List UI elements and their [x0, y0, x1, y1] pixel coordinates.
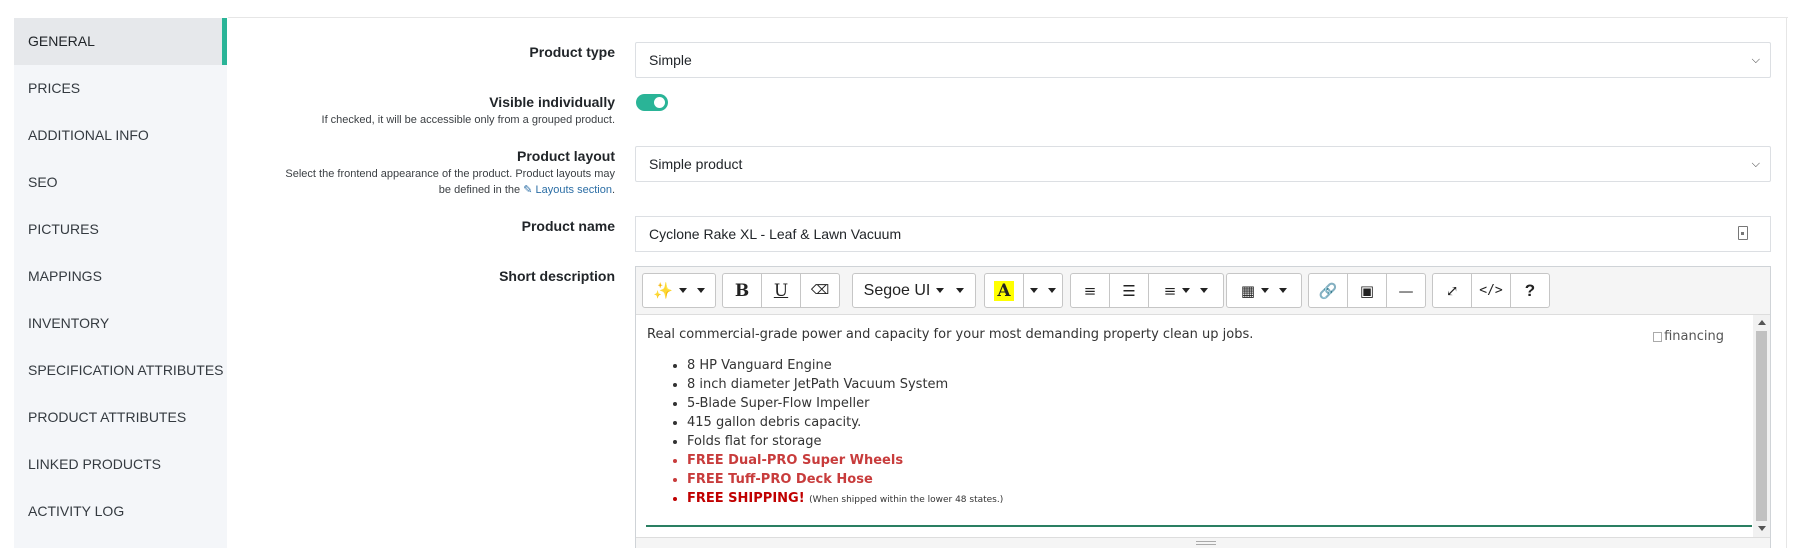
- sidebar-item-additional-info[interactable]: ADDITIONAL INFO: [14, 112, 227, 159]
- sidebar-item-prices[interactable]: PRICES: [14, 65, 227, 112]
- product-layout-select[interactable]: Simple product ⌵: [635, 146, 1771, 182]
- sidebar-item-specification-attributes[interactable]: SPECIFICATION ATTRIBUTES: [14, 347, 227, 394]
- table-button[interactable]: ▦: [1226, 273, 1302, 308]
- style-group: ✨: [642, 273, 716, 308]
- unordered-list-icon: ≡: [1083, 281, 1097, 300]
- list-item: 5-Blade Super-Flow Impeller: [687, 394, 1754, 413]
- fullscreen-button[interactable]: ⤢: [1432, 273, 1472, 308]
- chevron-down-icon: ⌵: [1751, 158, 1760, 170]
- color-group: A: [984, 273, 1063, 308]
- horizontal-rule-button[interactable]: —: [1386, 273, 1426, 308]
- short-description-editor: ✨ B U ⌫ Segoe UI A ≡ ☰ ≡ ▦ 🔗 ▣ — ⤢ </> ?…: [635, 266, 1771, 548]
- editor-resize-bar[interactable]: [636, 537, 1770, 548]
- product-type-label: Product type: [529, 44, 615, 60]
- product-layout-value: Simple product: [649, 156, 743, 172]
- product-type-select[interactable]: Simple ⌵: [635, 42, 1771, 78]
- unordered-list-button[interactable]: ≡: [1070, 273, 1110, 308]
- view-group: ⤢ </> ?: [1432, 273, 1550, 308]
- align-icon: ≡: [1163, 281, 1177, 300]
- visible-individually-toggle[interactable]: [636, 94, 668, 111]
- link-icon: 🔗: [1318, 281, 1338, 300]
- product-name-value: Cyclone Rake XL - Leaf & Lawn Vacuum: [649, 226, 902, 242]
- highlight-button[interactable]: A: [984, 273, 1024, 308]
- style-button[interactable]: ✨: [642, 273, 716, 308]
- list-item: 415 gallon debris capacity.: [687, 413, 1754, 432]
- bold-button[interactable]: B: [722, 273, 762, 308]
- list-item: Folds flat for storage: [687, 432, 1754, 451]
- shipping-note: (When shipped within the lower 48 states…: [809, 495, 1004, 505]
- top-border: [228, 17, 1788, 18]
- product-layout-hint-line2: be defined in the ✎ Layouts section.: [439, 182, 615, 198]
- feature-list: 8 HP Vanguard Engine 8 inch diameter Jet…: [647, 356, 1754, 510]
- sidebar-item-activity-log[interactable]: ACTIVITY LOG: [14, 488, 227, 535]
- font-name-value: Segoe UI: [863, 281, 931, 299]
- highlight-icon: A: [994, 280, 1014, 301]
- font-style-group: B U ⌫: [722, 273, 840, 308]
- table-icon: ▦: [1240, 281, 1256, 300]
- list-item: 8 HP Vanguard Engine: [687, 356, 1754, 375]
- magic-wand-icon: ✨: [653, 281, 673, 300]
- layouts-section-link[interactable]: ✎ Layouts section: [523, 184, 612, 196]
- font-name-dropdown[interactable]: Segoe UI: [852, 273, 976, 308]
- scroll-up-icon[interactable]: [1758, 320, 1766, 325]
- product-layout-hint-suffix: .: [611, 184, 615, 196]
- eraser-icon: ⌫: [810, 283, 830, 298]
- sidebar-item-linked-products[interactable]: LINKED PRODUCTS: [14, 441, 227, 488]
- financing-image-alt: financing: [1664, 329, 1724, 344]
- align-button[interactable]: ≡: [1148, 273, 1224, 308]
- sidebar-item-seo[interactable]: SEO: [14, 159, 227, 206]
- content-underline: [646, 525, 1752, 527]
- link-button[interactable]: 🔗: [1308, 273, 1348, 308]
- ordered-list-icon: ☰: [1122, 281, 1136, 300]
- eraser-button[interactable]: ⌫: [800, 273, 840, 308]
- product-layout-label: Product layout: [516, 148, 615, 164]
- broken-image-icon: [1653, 331, 1663, 342]
- description-intro: Real commercial-grade power and capacity…: [647, 327, 1254, 342]
- code-view-button[interactable]: </>: [1471, 273, 1511, 308]
- product-name-input[interactable]: Cyclone Rake XL - Leaf & Lawn Vacuum: [635, 216, 1771, 252]
- sidebar-nav: GENERAL PRICES ADDITIONAL INFO SEO PICTU…: [14, 18, 227, 548]
- product-layout-hint-line1: Select the frontend appearance of the pr…: [285, 168, 615, 180]
- chevron-down-icon: ⌵: [1751, 54, 1760, 66]
- edit-icon: ✎: [523, 184, 533, 196]
- sidebar-item-product-attributes[interactable]: PRODUCT ATTRIBUTES: [14, 394, 227, 441]
- editor-toolbar: ✨ B U ⌫ Segoe UI A ≡ ☰ ≡ ▦ 🔗 ▣ — ⤢ </> ?: [636, 267, 1770, 315]
- help-button[interactable]: ?: [1510, 273, 1550, 308]
- list-item: FREE Dual-PRO Super Wheels: [687, 451, 1754, 470]
- right-border: [1786, 17, 1787, 548]
- editor-content[interactable]: Real commercial-grade power and capacity…: [636, 315, 1754, 537]
- list-item: FREE Tuff-PRO Deck Hose: [687, 470, 1754, 489]
- sidebar-item-pictures[interactable]: PICTURES: [14, 206, 227, 253]
- sidebar-item-inventory[interactable]: INVENTORY: [14, 300, 227, 347]
- list-group: ≡ ☰ ≡: [1070, 273, 1224, 308]
- visible-individually-hint: If checked, it will be accessible only f…: [321, 114, 615, 126]
- table-group: ▦: [1226, 273, 1302, 308]
- image-icon: ▣: [1359, 281, 1375, 300]
- list-item: 8 inch diameter JetPath Vacuum System: [687, 375, 1754, 394]
- list-item: FREE SHIPPING! (When shipped within the …: [687, 489, 1754, 510]
- ordered-list-button[interactable]: ☰: [1109, 273, 1149, 308]
- scroll-down-icon[interactable]: [1758, 526, 1766, 531]
- color-dropdown-button[interactable]: [1023, 273, 1063, 308]
- short-description-label: Short description: [499, 268, 615, 284]
- image-button[interactable]: ▣: [1347, 273, 1387, 308]
- product-type-value: Simple: [649, 52, 692, 68]
- layouts-section-link-text: Layouts section: [535, 184, 612, 196]
- insert-group: 🔗 ▣ —: [1308, 273, 1426, 308]
- sidebar-item-general[interactable]: GENERAL: [14, 18, 227, 65]
- product-layout-hint-prefix: be defined in the: [438, 184, 521, 196]
- shipping-bold: FREE SHIPPING!: [687, 491, 805, 506]
- fullscreen-icon: ⤢: [1445, 281, 1459, 300]
- font-name-group: Segoe UI: [852, 273, 976, 308]
- underline-button[interactable]: U: [761, 273, 801, 308]
- financing-image: financing: [1653, 329, 1724, 344]
- visible-individually-label: Visible individually: [489, 94, 615, 110]
- horizontal-rule-icon: —: [1398, 281, 1414, 300]
- sidebar-item-mappings[interactable]: MAPPINGS: [14, 253, 227, 300]
- scroll-thumb[interactable]: [1756, 331, 1767, 521]
- localized-field-icon[interactable]: [1738, 226, 1748, 240]
- editor-scrollbar[interactable]: [1753, 315, 1770, 537]
- resize-grip-icon[interactable]: [1196, 541, 1216, 545]
- product-name-label: Product name: [521, 218, 615, 234]
